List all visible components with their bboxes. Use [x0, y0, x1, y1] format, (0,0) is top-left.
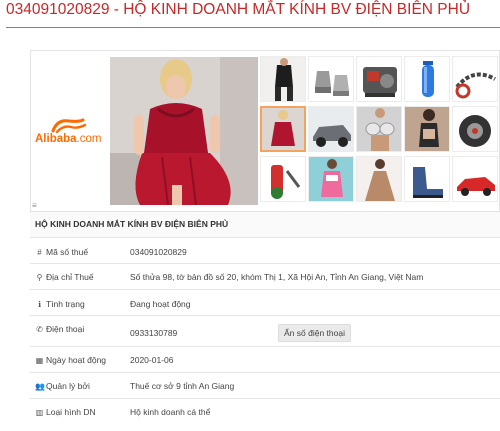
tax-code-row: # Mã số thuế 034091020829 [30, 237, 500, 264]
phone-value: 0933130789 [130, 328, 178, 338]
address-row: ⚲ Địa chỉ Thuế Số thửa 98, tờ bản đồ số 2… [30, 263, 500, 290]
address-value: Số thửa 98, tờ bản đồ số 20, khóm Thị 1,… [130, 272, 424, 282]
engine-photo [357, 57, 401, 101]
product-thumbnail[interactable] [260, 156, 306, 202]
status-label: Tình trạng [46, 299, 85, 309]
product-thumbnail[interactable] [404, 106, 450, 152]
product-thumbnail[interactable] [404, 56, 450, 102]
phone-label: Điện thoại [46, 324, 85, 334]
tax-code-value: 034091020829 [130, 247, 187, 257]
info-icon: ℹ [37, 300, 42, 309]
map-marker-icon: ⚲ [36, 273, 43, 282]
phone-icon: ✆ [36, 325, 43, 334]
chain-photo [453, 57, 497, 101]
company-heading-row: HỘ KINH DOANH MẮT KÍNH BV ĐIỆN BIÊN PHỦ [30, 212, 500, 237]
phone-value-area: 0933130789 Ẩn số điện thoại [130, 324, 351, 342]
product-thumbnail[interactable] [452, 56, 498, 102]
product-thumbnail[interactable] [452, 156, 498, 202]
product-thumbnail[interactable] [308, 156, 354, 202]
business-type-row: ▥ Loại hình DN Hộ kinh doanh cá thể [30, 398, 500, 425]
status-row: ℹ Tình trạng Đang hoạt động [30, 289, 500, 316]
product-thumbnail-selected[interactable] [260, 106, 306, 152]
title-divider [6, 27, 500, 28]
alibaba-wordmark: Alibaba.com [35, 133, 101, 145]
pink-dress-photo [309, 157, 353, 201]
hash-icon: # [37, 248, 42, 257]
metal-nozzle-parts-photo [309, 57, 353, 101]
product-thumbnail[interactable] [356, 56, 402, 102]
crystal-bra-photo [357, 107, 401, 151]
hide-phone-button[interactable]: Ẩn số điện thoại [278, 324, 351, 342]
users-icon: 👥 [35, 382, 45, 391]
product-thumbnail[interactable] [404, 156, 450, 202]
manager-value: Thuế cơ sở 9 tỉnh An Giang [130, 381, 235, 391]
red-car-photo [453, 157, 497, 201]
business-type-value: Hộ kinh doanh cá thể [130, 407, 211, 417]
product-thumbnail[interactable] [356, 156, 402, 202]
product-thumbnail[interactable] [308, 56, 354, 102]
start-date-value: 2020-01-06 [130, 355, 174, 365]
brand-suffix: .com [76, 133, 102, 145]
address-label: Địa chỉ Thuế [46, 272, 94, 282]
evening-gown-photo [357, 157, 401, 201]
company-heading: HỘ KINH DOANH MẮT KÍNH BV ĐIỆN BIÊN PHỦ [35, 219, 229, 229]
red-lingerie-thumbnail [262, 108, 304, 150]
tool-set-photo [261, 157, 305, 201]
ad-logo-area[interactable]: Alibaba.com ≡ [31, 51, 109, 211]
ad-info-marker[interactable]: ≡ [32, 201, 37, 210]
black-bodysuit-photo [261, 57, 305, 101]
lingerie-model-photo [405, 107, 449, 151]
product-thumbnail[interactable] [356, 106, 402, 152]
manager-row: 👥Quản lý bởi Thuế cơ sở 9 tỉnh An Giang [30, 372, 500, 399]
product-thumbnail[interactable] [308, 106, 354, 152]
tax-code-label: Mã số thuế [46, 247, 89, 257]
phone-row: ✆ Điện thoại 0933130789 Ẩn số điện thoại [30, 315, 500, 347]
alibaba-ad-banner[interactable]: Alibaba.com ≡ [30, 50, 500, 212]
wheel-hub-photo [453, 107, 497, 151]
building-icon: ▥ [35, 408, 44, 417]
manager-label: Quản lý bởi [46, 381, 90, 391]
calendar-icon: ▦ [35, 356, 44, 365]
product-thumbnail[interactable] [260, 56, 306, 102]
business-type-label: Loại hình DN [46, 407, 96, 417]
status-value: Đang hoạt động [130, 299, 191, 309]
alibaba-logo[interactable]: Alibaba.com [35, 117, 109, 149]
start-date-row: ▦ Ngày hoạt động 2020-01-06 [30, 346, 500, 373]
car-photo [309, 107, 353, 151]
start-date-label: Ngày hoạt động [46, 355, 107, 365]
blue-preform-tube-photo [405, 57, 449, 101]
brand-main: Alibaba [35, 133, 77, 145]
blue-boots-photo [405, 157, 449, 201]
featured-product-image[interactable] [110, 57, 258, 205]
red-lace-lingerie-photo [110, 57, 258, 205]
page-title: 034091020829 - HỘ KINH DOANH MẮT KÍNH BV… [6, 1, 471, 18]
product-thumbnail[interactable] [452, 106, 498, 152]
